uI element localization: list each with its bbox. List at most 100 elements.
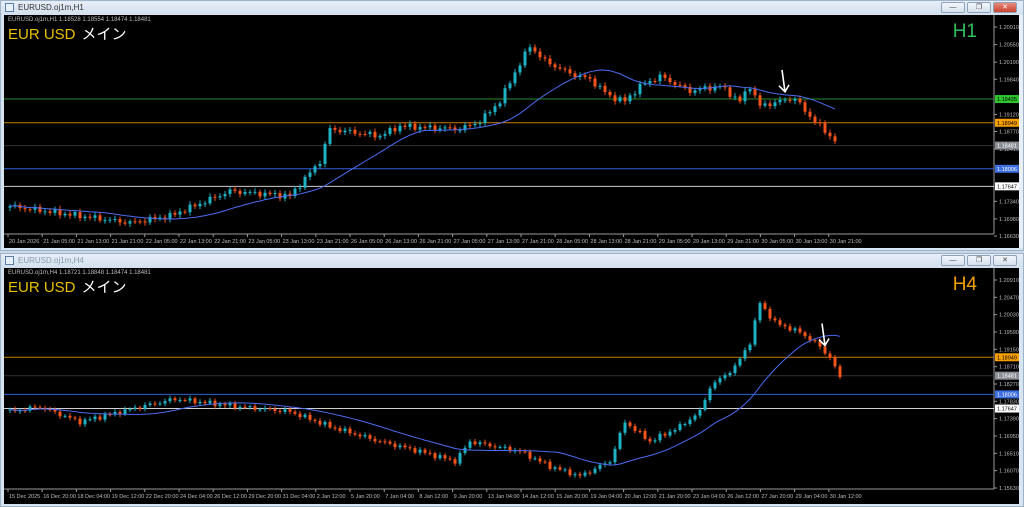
candle-body: [508, 83, 512, 89]
candle-body: [273, 408, 277, 411]
candle-body: [243, 192, 247, 194]
candle-body: [363, 435, 367, 437]
candle-body: [333, 128, 337, 130]
candle-body: [258, 409, 262, 411]
candle-body: [558, 467, 562, 470]
time-tick-label: 8 Jan 12:00: [419, 494, 448, 500]
candle-body: [718, 378, 722, 383]
candle-body: [483, 442, 487, 444]
close-button[interactable]: ✕: [993, 255, 1017, 266]
candlestick-plot: 1.20910 1.20470 1.20030 1.19590 1.19150 1.187…: [4, 268, 1019, 500]
candle-body: [678, 424, 682, 430]
candle-body: [223, 194, 227, 197]
price-level-value: 1.18006: [997, 167, 1017, 173]
candle-body: [578, 474, 582, 476]
candle-body: [733, 96, 737, 98]
time-tick-label: 5 Jan 20:00: [351, 494, 380, 500]
restore-button[interactable]: ❐: [967, 2, 991, 13]
price-chart[interactable]: 1.20910 1.20550 1.20190 1.19840 1.19120 1.187…: [4, 15, 1019, 248]
price-tick-label: 1.15630: [999, 486, 1019, 492]
candle-body: [703, 400, 707, 410]
candle-body: [413, 123, 417, 130]
candle-body: [593, 468, 597, 473]
candle-body: [573, 73, 577, 78]
candle-body: [638, 83, 642, 95]
candle-body: [133, 221, 137, 223]
candle-body: [428, 125, 432, 128]
candle-body: [468, 125, 472, 127]
candle-body: [363, 133, 367, 135]
minimize-button[interactable]: —: [941, 2, 965, 13]
candle-body: [378, 135, 382, 138]
candle-body: [398, 125, 402, 132]
candle-body: [773, 102, 777, 107]
candle-body: [428, 452, 432, 454]
candle-body: [668, 77, 672, 83]
time-tick-label: 22 Jan 13:00: [180, 239, 212, 245]
candle-body: [758, 303, 762, 321]
price-level-value: 1.17647: [997, 407, 1017, 413]
candle-body: [228, 403, 232, 406]
scrollbar[interactable]: [1019, 15, 1023, 248]
restore-button[interactable]: ❐: [967, 255, 991, 266]
candle-body: [498, 446, 502, 448]
candle-body: [528, 451, 532, 459]
candle-body: [408, 447, 412, 449]
candle-body: [483, 113, 487, 124]
candle-body: [608, 92, 612, 96]
candle-body: [658, 74, 662, 82]
candle-body: [698, 89, 702, 91]
candle-body: [123, 222, 127, 224]
candle-body: [353, 433, 357, 435]
candle-body: [558, 67, 562, 69]
candle-body: [523, 451, 527, 453]
candle-body: [443, 455, 447, 459]
candle-body: [53, 209, 57, 213]
price-tick-label: 1.17340: [999, 199, 1019, 205]
candle-body: [543, 461, 547, 463]
minimize-button[interactable]: —: [941, 255, 965, 266]
candle-body: [688, 419, 692, 425]
time-tick-label: 26 Jan 12:00: [727, 494, 759, 500]
title-bar[interactable]: EURUSD.oj1m,H4 — ❐ ✕: [1, 254, 1023, 268]
price-chart[interactable]: 1.20910 1.20470 1.20030 1.19590 1.19150 1.187…: [4, 268, 1019, 504]
time-tick-label: 15 Dec 2025: [9, 494, 40, 500]
candle-body: [348, 129, 352, 131]
title-bar[interactable]: EURUSD.oj1m,H1 — ❐ ✕: [1, 1, 1023, 15]
time-tick-label: 21 Jan 05:00: [43, 239, 75, 245]
close-button[interactable]: ✕: [993, 2, 1017, 13]
candle-body: [738, 358, 742, 366]
candle-body: [493, 446, 497, 448]
candle-body: [438, 455, 442, 459]
price-tick-label: 1.18270: [999, 382, 1019, 388]
candle-body: [378, 441, 382, 443]
candle-body: [683, 85, 687, 87]
candle-body: [623, 422, 627, 433]
candle-body: [768, 308, 772, 319]
candle-body: [493, 106, 497, 113]
candle-body: [588, 77, 592, 79]
candle-body: [433, 453, 437, 459]
candle-body: [828, 132, 832, 137]
candle-body: [708, 388, 712, 401]
chart-window-icon: [5, 3, 14, 12]
candle-body: [168, 398, 172, 402]
candle-body: [178, 211, 182, 215]
candle-body: [713, 382, 717, 389]
candle-body: [648, 438, 652, 442]
candle-body: [263, 408, 267, 410]
time-tick-label: 18 Dec 04:00: [77, 494, 110, 500]
candle-body: [523, 51, 527, 66]
candle-body: [813, 116, 817, 123]
time-tick-label: 21 Jan 21:00: [112, 239, 144, 245]
moving-average-line: [9, 69, 836, 220]
candle-body: [268, 192, 272, 195]
candle-body: [773, 318, 777, 321]
candle-body: [158, 403, 162, 405]
candle-body: [128, 221, 132, 224]
candle-body: [348, 428, 352, 434]
candle-body: [298, 413, 302, 418]
candle-body: [188, 398, 192, 401]
candle-body: [563, 68, 567, 70]
candle-body: [358, 434, 362, 437]
